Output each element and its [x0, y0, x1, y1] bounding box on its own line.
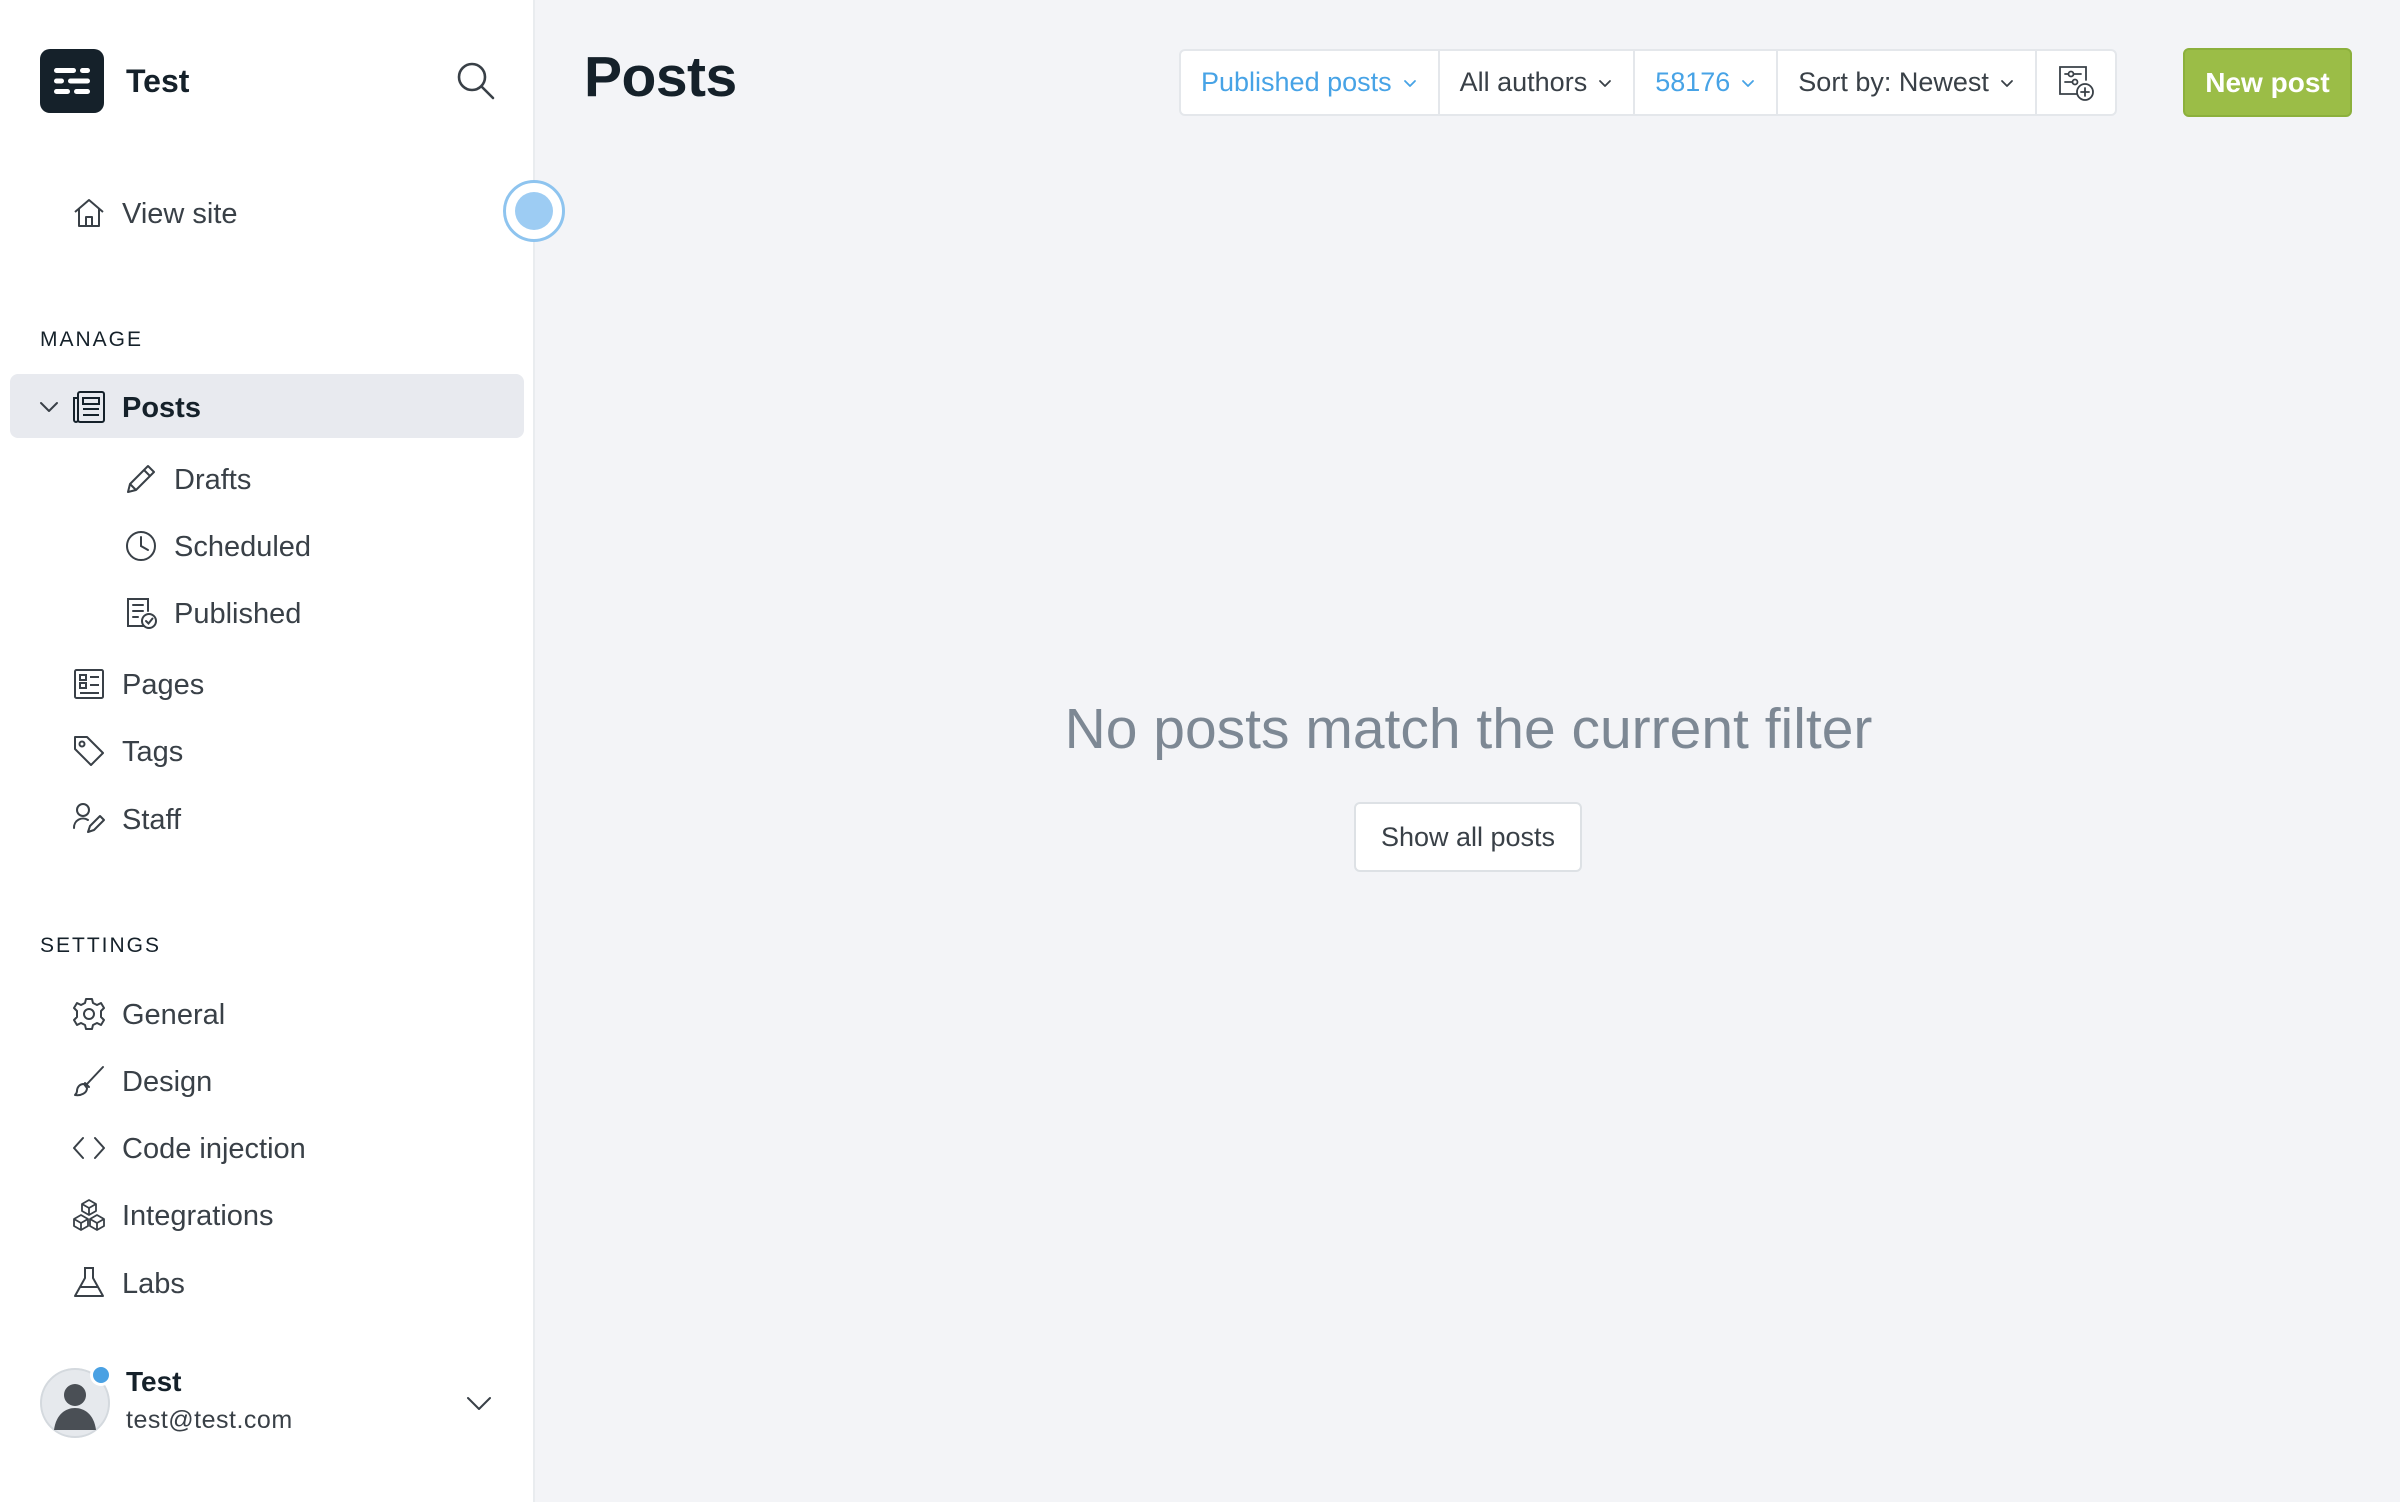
user-name: Test: [126, 1366, 182, 1397]
pencil-icon: [124, 462, 158, 496]
manage-section-label: MANAGE: [40, 328, 144, 351]
page-title: Posts: [584, 45, 737, 109]
tag-filter[interactable]: 58176: [1635, 51, 1779, 114]
nav-view-site[interactable]: View site: [10, 180, 524, 244]
show-all-posts-button[interactable]: Show all posts: [1354, 802, 1582, 872]
nav-general[interactable]: General: [10, 981, 524, 1045]
add-view-icon: [2058, 65, 2094, 101]
nav-pages[interactable]: Pages: [10, 651, 524, 715]
sidebar: Test View site MANAGE Posts Drafts Sched…: [0, 0, 535, 1502]
nav-label: Design: [122, 1066, 213, 1098]
chevron-down-icon: [2000, 79, 2013, 87]
nav-scheduled[interactable]: Scheduled: [10, 513, 524, 577]
empty-state-message: No posts match the current filter: [1064, 697, 1873, 761]
chevron-down-icon: [1599, 79, 1612, 87]
nav-label: Staff: [122, 804, 182, 836]
gear-icon: [72, 997, 106, 1031]
nav-label: View site: [122, 198, 238, 230]
nav-label: General: [122, 999, 226, 1031]
nav-drafts[interactable]: Drafts: [10, 446, 524, 510]
chevron-down-icon: [1742, 79, 1755, 87]
nav-label: Labs: [122, 1268, 185, 1300]
nav-label: Code injection: [122, 1133, 306, 1165]
filter-label: All authors: [1459, 67, 1588, 97]
save-view-button[interactable]: [2037, 51, 2115, 114]
online-status-dot: [90, 1364, 112, 1386]
nav-published[interactable]: Published: [10, 580, 524, 644]
cubes-icon: [72, 1198, 106, 1232]
nav-staff[interactable]: Staff: [10, 786, 524, 850]
nav-labs[interactable]: Labs: [10, 1250, 524, 1314]
nav-label: Posts: [122, 392, 201, 424]
chevron-down-icon: [1403, 79, 1416, 87]
chevron-down-icon[interactable]: [38, 396, 60, 418]
published-icon: [124, 596, 158, 630]
nav-posts[interactable]: Posts: [10, 374, 524, 438]
pages-icon: [72, 667, 106, 701]
nav-label: Integrations: [122, 1200, 274, 1232]
nav-design[interactable]: Design: [10, 1048, 524, 1112]
ghost-logo-icon: [40, 49, 104, 113]
nav-label: Drafts: [174, 464, 252, 496]
site-title: Test: [126, 62, 190, 99]
filter-bar: Published posts All authors 58176 Sort b…: [1179, 49, 2117, 116]
sort-select[interactable]: Sort by: Newest: [1778, 51, 2037, 114]
nav-code-injection[interactable]: Code injection: [10, 1115, 524, 1179]
user-menu[interactable]: Test test@test.com: [40, 1364, 500, 1440]
author-filter[interactable]: All authors: [1440, 51, 1636, 114]
staff-icon: [72, 802, 106, 836]
brand[interactable]: Test: [40, 48, 189, 114]
search-icon[interactable]: [455, 60, 497, 102]
nav-label: Scheduled: [174, 531, 312, 563]
filter-label: 58176: [1655, 67, 1731, 97]
chevron-down-icon[interactable]: [464, 1388, 494, 1418]
whats-new-indicator[interactable]: [503, 180, 565, 242]
tag-icon: [72, 734, 106, 768]
post-type-filter[interactable]: Published posts: [1181, 51, 1440, 114]
home-icon: [72, 196, 106, 230]
code-icon: [72, 1131, 106, 1165]
posts-icon: [72, 390, 106, 424]
flask-icon: [72, 1266, 106, 1300]
filter-label: Published posts: [1201, 67, 1392, 97]
settings-section-label: SETTINGS: [40, 934, 162, 957]
user-email: test@test.com: [126, 1406, 293, 1434]
filter-label: Sort by: Newest: [1798, 67, 1989, 97]
brush-icon: [72, 1064, 106, 1098]
clock-icon: [124, 529, 158, 563]
new-post-button[interactable]: New post: [2183, 48, 2352, 117]
nav-integrations[interactable]: Integrations: [10, 1182, 524, 1246]
nav-label: Pages: [122, 669, 205, 701]
nav-tags[interactable]: Tags: [10, 718, 524, 782]
nav-label: Tags: [122, 736, 184, 768]
nav-label: Published: [174, 598, 302, 630]
